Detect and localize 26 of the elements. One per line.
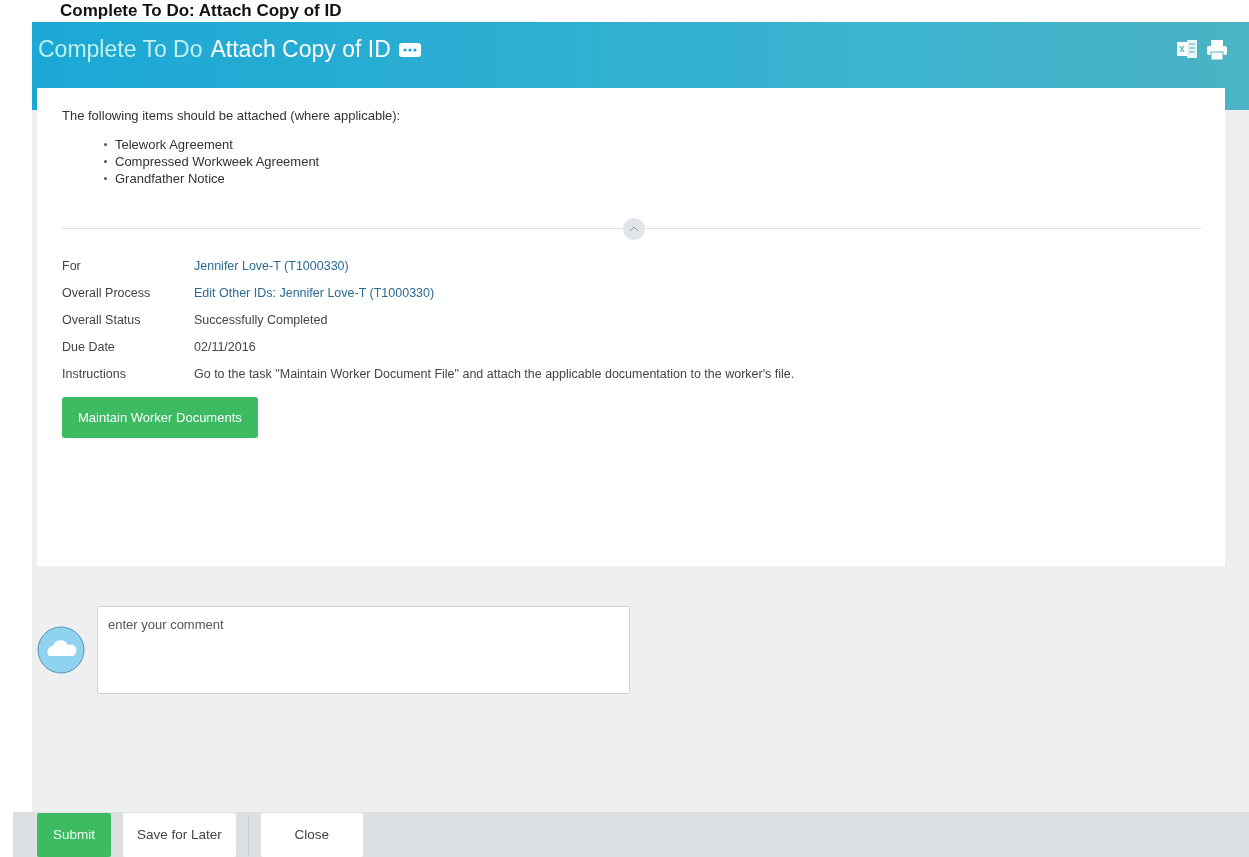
field-link[interactable]: Jennifer Love-T (T1000330) (194, 259, 1201, 273)
intro-text: The following items should be attached (where applicable): (62, 108, 402, 123)
print-icon[interactable] (1207, 40, 1227, 60)
header-title: Attach Copy of ID (210, 36, 391, 63)
field-label: Instructions (62, 367, 127, 381)
field-link[interactable]: Edit Other IDs: Jennifer Love-T (T1000330) (194, 286, 1201, 300)
avatar-icon (37, 626, 85, 674)
spreadsheet-icon[interactable] (1177, 40, 1197, 58)
list-item: Compressed Workweek Agreement (104, 154, 1201, 169)
header-prefix: Complete To Do (38, 36, 203, 63)
field-label: Overall Status (62, 313, 142, 327)
page-heading: Complete To Do: Attach Copy of ID (59, 0, 343, 22)
field-value: Successfully Completed (194, 313, 329, 327)
footer-button[interactable]: Save for Later (123, 812, 236, 857)
more-icon[interactable] (398, 42, 421, 57)
field-label: For (62, 259, 82, 273)
caret-icon (628, 226, 639, 232)
field-label: Due Date (62, 340, 116, 354)
list-item: Telework Agreement (104, 137, 1201, 152)
field-value: Go to the task "Maintain Worker Document File" and attach the applicable documentation to the worker's file. (194, 367, 796, 381)
comment-field[interactable]: enter your comment (97, 606, 630, 694)
field-value: 02/11/2016 (194, 340, 257, 354)
footer-button[interactable]: Close (260, 812, 363, 857)
list-item: Grandfather Notice (104, 171, 1201, 186)
collapse-button[interactable] (622, 218, 645, 240)
field-label: Overall Process (62, 286, 152, 300)
